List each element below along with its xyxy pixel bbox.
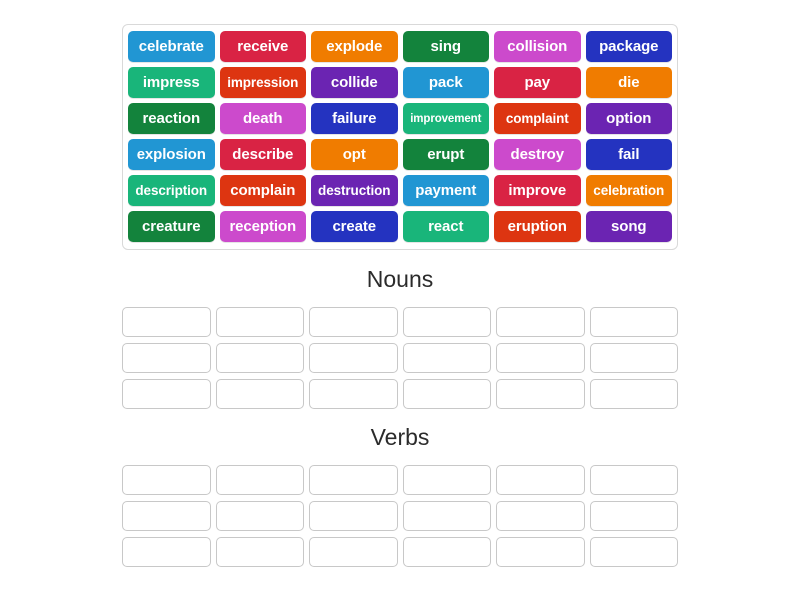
drop-slot[interactable] [496, 379, 585, 409]
word-tile[interactable]: die [585, 67, 672, 98]
word-tile[interactable]: celebration [585, 175, 672, 206]
drop-slot[interactable] [215, 307, 304, 337]
word-tile[interactable]: destruction [311, 175, 398, 206]
word-bank-row: celebrate receive explode sing collision pack… [128, 31, 672, 62]
drop-slot[interactable] [589, 307, 678, 337]
slot-row [122, 501, 678, 531]
word-tile[interactable]: fail [585, 139, 672, 170]
word-tile[interactable]: explode [311, 31, 398, 62]
drop-slot[interactable] [589, 465, 678, 495]
word-tile[interactable]: create [311, 211, 398, 242]
drop-slot[interactable] [309, 537, 398, 567]
word-tile[interactable]: describe [219, 139, 306, 170]
drop-slot[interactable] [215, 343, 304, 373]
word-tile[interactable]: impression [219, 67, 306, 98]
drop-slot[interactable] [215, 537, 304, 567]
drop-slot[interactable] [496, 537, 585, 567]
drop-slot[interactable] [215, 465, 304, 495]
word-tile[interactable]: song [585, 211, 672, 242]
word-tile[interactable]: pay [494, 67, 581, 98]
drop-slot[interactable] [215, 501, 304, 531]
drop-slot[interactable] [402, 379, 491, 409]
word-tile[interactable]: impress [128, 67, 215, 98]
word-tile[interactable]: pack [402, 67, 489, 98]
word-tile[interactable]: celebrate [128, 31, 215, 62]
drop-slot[interactable] [122, 537, 211, 567]
word-tile[interactable]: failure [311, 103, 398, 134]
word-tile[interactable]: description [128, 175, 215, 206]
drop-slot[interactable] [496, 307, 585, 337]
drop-slot[interactable] [309, 501, 398, 531]
word-tile[interactable]: reception [219, 211, 306, 242]
drop-slot[interactable] [589, 343, 678, 373]
word-tile[interactable]: collision [494, 31, 581, 62]
category-title-verbs: Verbs [370, 424, 430, 450]
category-nouns: Nouns [122, 265, 678, 409]
slot-row [122, 537, 678, 567]
drop-slot[interactable] [402, 501, 491, 531]
drop-slot[interactable] [122, 343, 211, 373]
drop-slot[interactable] [402, 537, 491, 567]
drop-slot[interactable] [589, 501, 678, 531]
word-bank-row: explosion describe opt erupt destroy fail [128, 139, 672, 170]
drop-slot[interactable] [589, 537, 678, 567]
drop-slot[interactable] [122, 379, 211, 409]
drop-slot[interactable] [122, 465, 211, 495]
word-tile[interactable]: destroy [494, 139, 581, 170]
word-tile[interactable]: death [219, 103, 306, 134]
word-tile[interactable]: creature [128, 211, 215, 242]
drop-slot[interactable] [309, 379, 398, 409]
word-bank-row: impress impression collide pack pay die [128, 67, 672, 98]
drop-slot[interactable] [309, 343, 398, 373]
word-bank-row: description complain destruction payment imp… [128, 175, 672, 206]
word-tile[interactable]: reaction [128, 103, 215, 134]
slot-row [122, 465, 678, 495]
drop-zone-nouns[interactable] [122, 307, 678, 409]
word-tile[interactable]: improvement [402, 103, 489, 134]
drop-slot[interactable] [402, 307, 491, 337]
word-tile[interactable]: package [585, 31, 672, 62]
word-tile[interactable]: explosion [128, 139, 215, 170]
category-verbs: Verbs [122, 423, 678, 567]
word-tile[interactable]: eruption [494, 211, 581, 242]
activity-stage: celebrate receive explode sing collision pack… [0, 0, 800, 600]
drop-slot[interactable] [309, 307, 398, 337]
word-tile[interactable]: complain [219, 175, 306, 206]
slot-row [122, 307, 678, 337]
slot-row [122, 343, 678, 373]
word-bank: celebrate receive explode sing collision pack… [122, 24, 678, 250]
drop-slot[interactable] [402, 465, 491, 495]
word-tile[interactable]: collide [311, 67, 398, 98]
drop-slot[interactable] [402, 343, 491, 373]
word-tile[interactable]: improve [494, 175, 581, 206]
word-tile[interactable]: payment [402, 175, 489, 206]
drop-slot[interactable] [309, 465, 398, 495]
word-tile[interactable]: option [585, 103, 672, 134]
word-tile[interactable]: complaint [494, 103, 581, 134]
drop-slot[interactable] [496, 501, 585, 531]
word-tile[interactable]: sing [402, 31, 489, 62]
drop-slot[interactable] [496, 465, 585, 495]
word-tile[interactable]: erupt [402, 139, 489, 170]
category-title-nouns: Nouns [366, 266, 434, 292]
word-tile[interactable]: opt [311, 139, 398, 170]
word-tile[interactable]: receive [219, 31, 306, 62]
slot-row [122, 379, 678, 409]
drop-slot[interactable] [122, 307, 211, 337]
word-bank-row: creature reception create react eruption song [128, 211, 672, 242]
drop-slot[interactable] [215, 379, 304, 409]
drop-slot[interactable] [122, 501, 211, 531]
drop-slot[interactable] [589, 379, 678, 409]
word-tile[interactable]: react [402, 211, 489, 242]
drop-zone-verbs[interactable] [122, 465, 678, 567]
word-bank-row: reaction death failure improvement complaint… [128, 103, 672, 134]
drop-slot[interactable] [496, 343, 585, 373]
